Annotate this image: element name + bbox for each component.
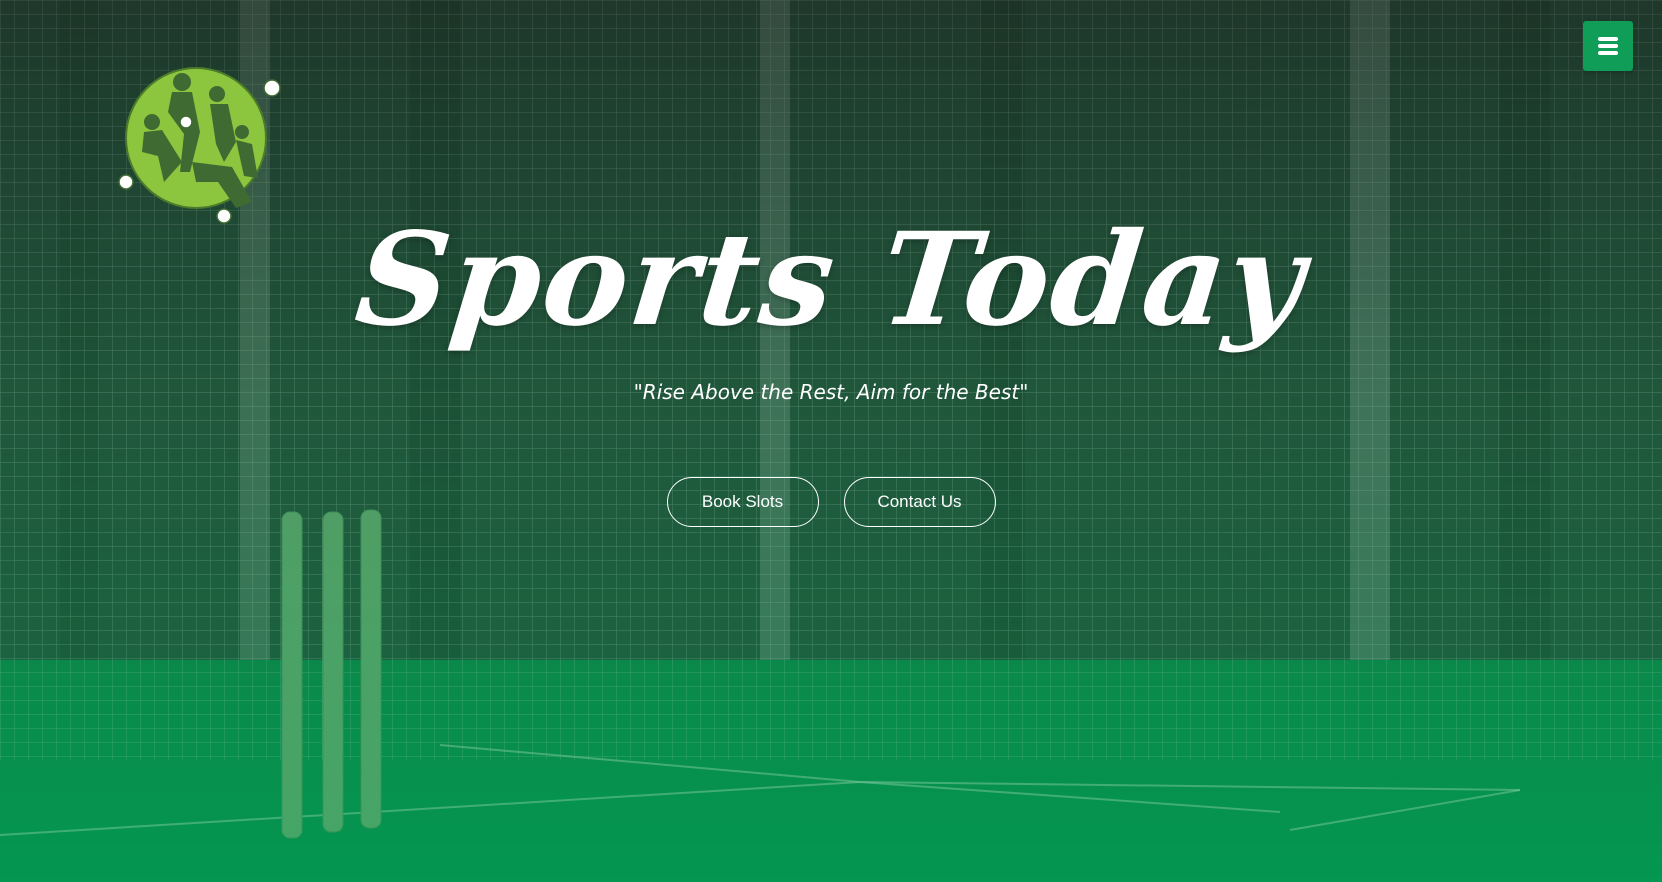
hero-tagline: "Rise Above the Rest, Aim for the Best" bbox=[633, 380, 1029, 404]
hero-section: Sports Today "Rise Above the Rest, Aim f… bbox=[0, 0, 1662, 882]
menu-button[interactable] bbox=[1583, 21, 1633, 71]
hero-title: Sports Today bbox=[349, 205, 1313, 355]
book-slots-button[interactable]: Book Slots bbox=[666, 477, 819, 527]
hamburger-menu-icon bbox=[1598, 37, 1618, 55]
sports-athletes-logo[interactable] bbox=[112, 52, 284, 224]
contact-us-button[interactable]: Contact Us bbox=[843, 477, 996, 527]
hero-cta-group: Book Slots Contact Us bbox=[0, 477, 1662, 529]
